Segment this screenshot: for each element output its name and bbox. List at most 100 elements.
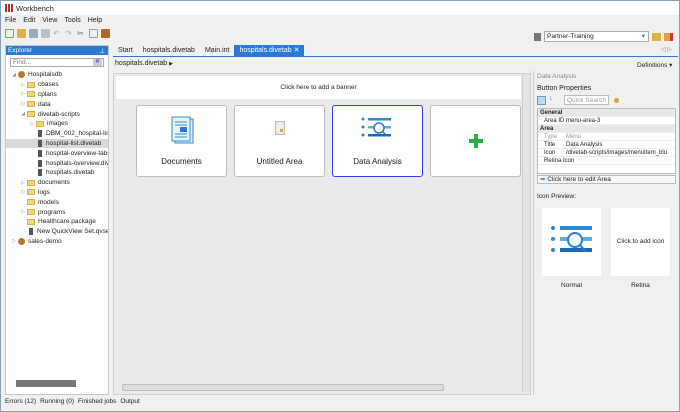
tree-item[interactable]: ▷ documents [6,178,108,188]
save-all-icon[interactable] [41,29,50,38]
collapsed-arrow-icon[interactable]: ▷ [28,121,36,127]
tile-data-analysis[interactable]: Data Analysis [332,105,423,177]
retina-icon-preview[interactable]: Click to add icon [611,208,670,276]
tile-documents[interactable]: Documents [136,105,227,177]
status-bar: Errors (12) Running (0) Finished jobs Ou… [5,398,140,405]
breadcrumb-item[interactable]: hospitals.divetab [115,60,167,67]
tab-scroll-arrows-icon[interactable]: ◁ ▷ [661,46,672,53]
new-icon[interactable] [5,29,14,38]
canvas-hscrollbar[interactable] [122,384,444,391]
open-icon[interactable] [17,29,26,38]
breadcrumb[interactable]: hospitals.divetab ▶ [115,60,173,67]
menu-tools[interactable]: Tools [64,17,80,24]
area-id-value[interactable]: menu-area-3 [566,118,600,124]
tree-item[interactable]: ▷ programs [6,207,108,217]
categorized-icon[interactable] [537,96,546,105]
tree-item[interactable]: ▷ cplans [6,90,108,100]
tab-label: hospitals.divetab [239,47,292,54]
explorer-header: Explorer ⊥ [6,46,108,55]
definitions-menu[interactable]: Definitions ▾ [637,61,672,69]
tab-hospitals-divetab-active[interactable]: hospitals.divetab ✕ [234,45,305,56]
tile-add-area[interactable] [430,105,521,177]
tree-item[interactable]: hospital-overview-tabs.divetab [6,148,108,158]
canvas-vscrollbar[interactable] [522,74,530,392]
save-icon[interactable] [29,29,38,38]
document-tabs: Start hospitals.divetab Main.int hospita… [113,45,305,56]
file-icon [29,228,33,236]
connect-icon[interactable] [652,32,661,41]
title-value[interactable]: Data Analysis [566,142,602,148]
status-errors[interactable]: Errors (12) [5,398,36,405]
tree-item[interactable]: models [6,197,108,207]
file-icon [38,149,42,157]
status-output[interactable]: Output [120,398,140,405]
tree-item[interactable]: ▷ images [6,119,108,129]
menu-view[interactable]: View [42,17,57,24]
undo-icon[interactable]: ↶ [53,29,62,38]
menu-edit[interactable]: Edit [23,17,35,24]
tile-untitled-area[interactable]: Untitled Area [234,105,325,177]
explorer-hscrollbar[interactable] [16,380,76,387]
tree-item[interactable]: hospitals-overview.divetab [6,158,108,168]
collapsed-arrow-icon[interactable]: ▷ [19,180,27,186]
sort-alpha-icon[interactable]: ↓ [549,95,553,102]
tree-item-label: cbases [38,81,59,89]
title-bar: Workbench [1,1,679,15]
menu-file[interactable]: File [5,17,16,24]
quick-search-input[interactable]: Quick Search [564,95,609,105]
connection-value: Partner-Training [547,33,594,40]
copy-icon[interactable] [89,29,98,38]
collapsed-arrow-icon[interactable]: ▷ [19,209,27,215]
section-general[interactable]: General [538,109,675,117]
pin-icon[interactable]: ⊥ [99,47,105,55]
documents-icon [171,116,194,144]
tree-item-label: hospital-list.divetab [46,139,102,147]
section-area[interactable]: Area [538,125,675,133]
tree-item[interactable]: ▷ cbases [6,80,108,90]
tree-item[interactable]: ▷ sales-demo [6,237,108,247]
cut-icon[interactable]: ✂ [77,29,86,38]
tree-item[interactable]: Healthcare.package [6,217,108,227]
tree-item[interactable]: ◢ divetab-scripts [6,109,108,119]
tree-item[interactable]: New QuickView Set.qvset [6,227,108,237]
tab-main-int[interactable]: Main.int [200,45,235,56]
tree-item[interactable]: ▷ logs [6,188,108,198]
tile-label: Untitled Area [256,157,303,166]
collapsed-arrow-icon[interactable]: ▷ [19,101,27,107]
title-label: Title [544,141,556,148]
tree-item-label: hospitals-overview.divetab [46,159,108,167]
tree-item[interactable]: ◢ Hospitalsdb [6,70,108,80]
redo-icon[interactable]: ↷ [65,29,74,38]
normal-icon-preview[interactable] [542,208,601,276]
expanded-arrow-icon[interactable]: ◢ [10,72,18,78]
tab-hospitals-divetab[interactable]: hospitals.divetab [138,45,200,56]
tree-item-label: models [38,198,59,206]
file-icon [38,169,42,177]
find-input[interactable]: Find... ✕ [10,58,104,67]
banner-placeholder[interactable]: Click here to add a banner [116,76,521,99]
status-finished-jobs[interactable]: Finished jobs [78,398,116,405]
edit-area-link[interactable]: ➡ Click here to edit Area [537,175,676,184]
icon-preview-label: Icon Preview: [537,193,577,200]
tree-item[interactable]: DBM_002_hospital-list.divetab [6,129,108,139]
disconnect-icon[interactable] [664,32,673,41]
collapsed-arrow-icon[interactable]: ▷ [19,189,27,195]
expanded-arrow-icon[interactable]: ◢ [19,111,27,117]
folder-icon [27,91,35,98]
connection-select[interactable]: Partner-Training ▾ [544,31,649,42]
tab-start[interactable]: Start [113,45,138,56]
menu-help[interactable]: Help [88,17,102,24]
paste-icon[interactable] [101,29,110,38]
clear-search-icon[interactable]: ✕ [93,59,102,66]
collapsed-arrow-icon[interactable]: ▷ [19,91,27,97]
icon-value[interactable]: /divetab-scripts/images/menuItem_blu [566,150,667,156]
collapsed-arrow-icon[interactable]: ▷ [19,82,27,88]
find-placeholder: Find... [13,59,32,66]
tree-item[interactable]: ▷ data [6,99,108,109]
collapsed-arrow-icon[interactable]: ▷ [10,238,18,244]
close-icon[interactable]: ✕ [294,47,300,54]
status-running[interactable]: Running (0) [40,398,74,405]
folder-icon [27,81,35,88]
tree-item[interactable]: hospitals.divetab [6,168,108,178]
tree-item[interactable]: hospital-list.divetab [6,138,108,149]
